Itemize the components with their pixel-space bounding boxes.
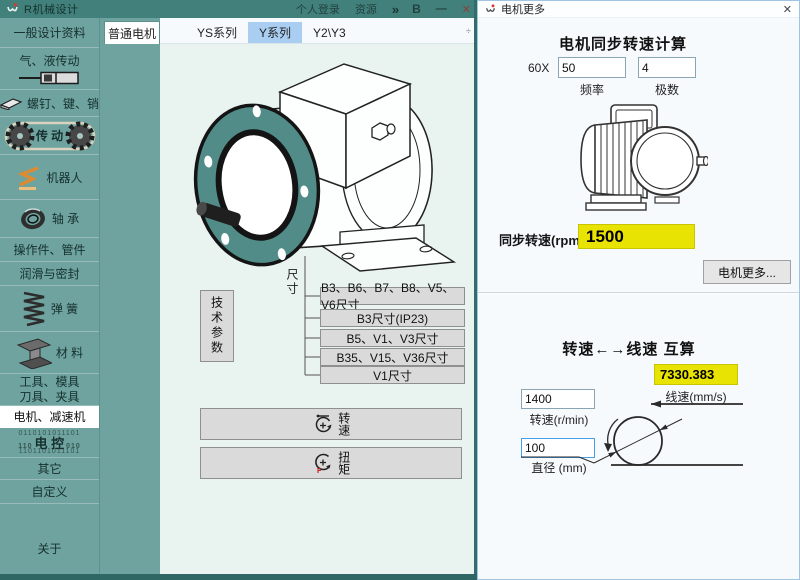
sidebar: 一般设计资料 气、液传动 螺钉、键、销 传 动 机器人 轴 承 操作件、管件 润… [0,18,100,574]
sidebar-item-pneumatic-hydraulic[interactable]: 气、液传动 [0,48,99,90]
sidebar-item-custom[interactable]: 自定义 [0,480,99,504]
sidebar-item-screws-keys-pins[interactable]: 螺钉、键、销 [0,90,99,117]
b-icon[interactable]: B [412,2,421,16]
force-letter: F [317,468,322,474]
speed-button[interactable]: 转速 [200,408,462,440]
size-button-b5-v1-v3[interactable]: B5、V1、V3尺寸 [320,329,465,347]
sidebar-item-electric-control[interactable]: 0110101011101 110 电 控 010 1101101011101 [0,428,99,458]
frequency-input[interactable] [558,57,626,78]
ibeam-icon [16,337,52,369]
torque-icon: F [315,453,331,474]
outer-tabstrip [100,18,160,574]
size-button-b3-b6[interactable]: B3、B6、B7、B8、V5、V6尺寸 [320,281,465,312]
sync-speed-result-label: 同步转速(rpm): [499,233,589,248]
linear-speed-field[interactable] [654,364,738,385]
dimension-label: 尺寸 [285,268,299,296]
factor-label: 60X [528,61,550,75]
sidebar-item-robot[interactable]: 机器人 [0,155,99,200]
dialog-logo-icon [486,3,495,12]
inner-tabstrip: YS系列 Y系列 Y2\Y3 ÷ [160,18,474,44]
poles-label: 极数 [654,83,679,97]
sidebar-item-motors-reducers[interactable]: 电机、减速机 [0,406,99,428]
cylinder-icon [18,71,79,85]
sidebar-item-general-data[interactable]: 一般设计资料 [0,18,99,48]
sync-speed-heading: 电机同步转速计算 [558,36,687,53]
section-divider [478,292,799,294]
sidebar-item-tools-molds[interactable]: 工具、模具 刀具、夹具 [0,374,99,406]
bearing-icon [20,207,45,229]
tab-y-series[interactable]: Y系列 [248,22,303,43]
tech-params-button[interactable]: 技术参数 [200,290,234,362]
sidebar-item-transmission[interactable]: 传 动 [0,117,99,155]
minimize-button[interactable]: — [436,3,447,15]
small-motor-illustration [580,104,708,211]
converter-heading: 转速←→线速 互算 [562,341,696,358]
app-logo-icon [7,2,18,11]
dialog-close-button[interactable]: ✕ [783,3,792,16]
sidebar-item-controls-pipes[interactable]: 操作件、管件 [0,238,99,262]
sidebar-item-other[interactable]: 其它 [0,458,99,480]
tab-y2y3[interactable]: Y2\Y3 [302,22,357,43]
window-title: R机械设计 [24,4,79,16]
chevrons-icon[interactable]: » [392,2,399,17]
dialog-title-bar: 电机更多 ✕ [478,1,799,18]
tab-scroll-icon[interactable]: ÷ [466,27,471,36]
resources-link[interactable]: 资源 [355,1,377,17]
size-button-b35-v15-v36[interactable]: B35、V15、V36尺寸 [320,348,465,366]
sidebar-item-bearing[interactable]: 轴 承 [0,200,99,238]
sidebar-item-lubrication-seals[interactable]: 润滑与密封 [0,262,99,286]
login-link[interactable]: 个人登录 [296,1,340,17]
sidebar-item-springs[interactable]: 弹 簧 [0,286,99,332]
torque-button[interactable]: F 扭矩 [200,447,462,479]
key-pin-icon [0,98,23,110]
main-content: YS系列 Y系列 Y2\Y3 ÷ 尺寸 技术参数 B3、B6、B7、B8、V5、… [160,18,474,574]
rotation-speed-icon [315,414,332,433]
window-bottom-border [0,574,477,580]
sidebar-item-about[interactable]: 关于 [0,534,99,562]
pulley-diagram [521,400,743,466]
title-bar: R机械设计 个人登录 资源 » B — ✕ [0,0,477,18]
frequency-label: 频率 [579,83,604,97]
motor-more-button[interactable]: 电机更多... [703,260,791,284]
poles-input[interactable] [638,57,696,78]
spring-icon [23,291,45,326]
robot-arm-icon [18,166,40,190]
motor-more-dialog: 电机更多 ✕ 电机同步转速计算 60X 频率 极数 [477,0,800,580]
tab-ys-series[interactable]: YS系列 [186,22,248,43]
motor-illustration [193,63,457,272]
size-button-b3-ip23[interactable]: B3尺寸(IP23) [320,309,465,327]
tab-common-motor[interactable]: 普通电机 [104,21,160,44]
dialog-title: 电机更多 [501,4,545,16]
close-button[interactable]: ✕ [462,3,471,16]
sync-speed-result-field[interactable] [578,224,695,249]
sidebar-item-materials[interactable]: 材 料 [0,332,99,374]
app-window: R机械设计 个人登录 资源 » B — ✕ 一般设计资料 气、液传动 螺钉、键、… [0,0,800,580]
size-button-v1[interactable]: V1尺寸 [320,366,465,384]
